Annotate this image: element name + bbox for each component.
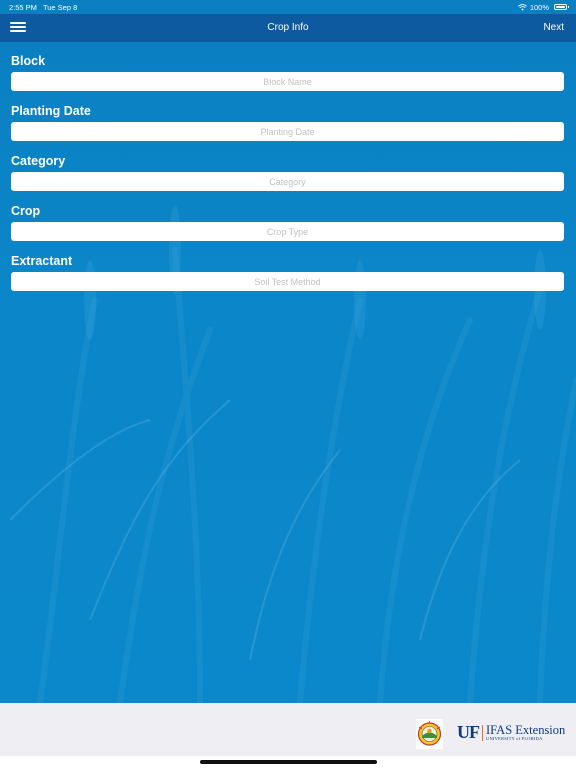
status-date: Tue Sep 8 — [42, 2, 78, 12]
extractant-label: Extractant — [11, 254, 73, 268]
planting-date-label: Planting Date — [11, 104, 91, 118]
wifi-icon — [517, 3, 527, 11]
block-name-input[interactable] — [11, 72, 564, 91]
seal-logo-icon — [416, 719, 443, 749]
home-indicator[interactable] — [200, 760, 377, 764]
planting-date-input[interactable] — [11, 122, 564, 141]
crop-label: Crop — [11, 204, 41, 218]
uf-ifas-extension-logo: UF IFAS Extension UNIVERSITY of FLORIDA — [457, 722, 565, 743]
status-bar: 2:55 PM Tue Sep 8 100% — [0, 0, 576, 14]
crop-type-input[interactable] — [11, 222, 564, 241]
university-name: UNIVERSITY of FLORIDA — [486, 736, 543, 741]
extension-name: IFAS Extension — [486, 722, 566, 737]
page-title: Crop Info — [267, 22, 309, 33]
battery-percentage: 100% — [529, 2, 549, 12]
uf-mark: UF — [457, 722, 480, 742]
next-button[interactable]: Next — [543, 22, 564, 33]
status-right: 100% — [517, 2, 569, 12]
status-time: 2:55 PM — [9, 2, 37, 12]
category-label: Category — [11, 154, 66, 168]
footer-logos: UF IFAS Extension UNIVERSITY of FLORIDA — [0, 703, 576, 756]
crop-info-form: Block Planting Date Category Crop Extrac… — [11, 42, 565, 291]
logo-text: IFAS Extension UNIVERSITY of FLORIDA — [486, 722, 566, 742]
hamburger-menu-icon[interactable] — [10, 20, 26, 34]
category-input[interactable] — [11, 172, 564, 191]
block-label: Block — [11, 54, 46, 68]
battery-icon — [554, 4, 569, 10]
logo-divider — [482, 724, 483, 741]
navigation-bar: Crop Info Next — [0, 14, 576, 42]
soil-test-method-input[interactable] — [11, 272, 564, 291]
